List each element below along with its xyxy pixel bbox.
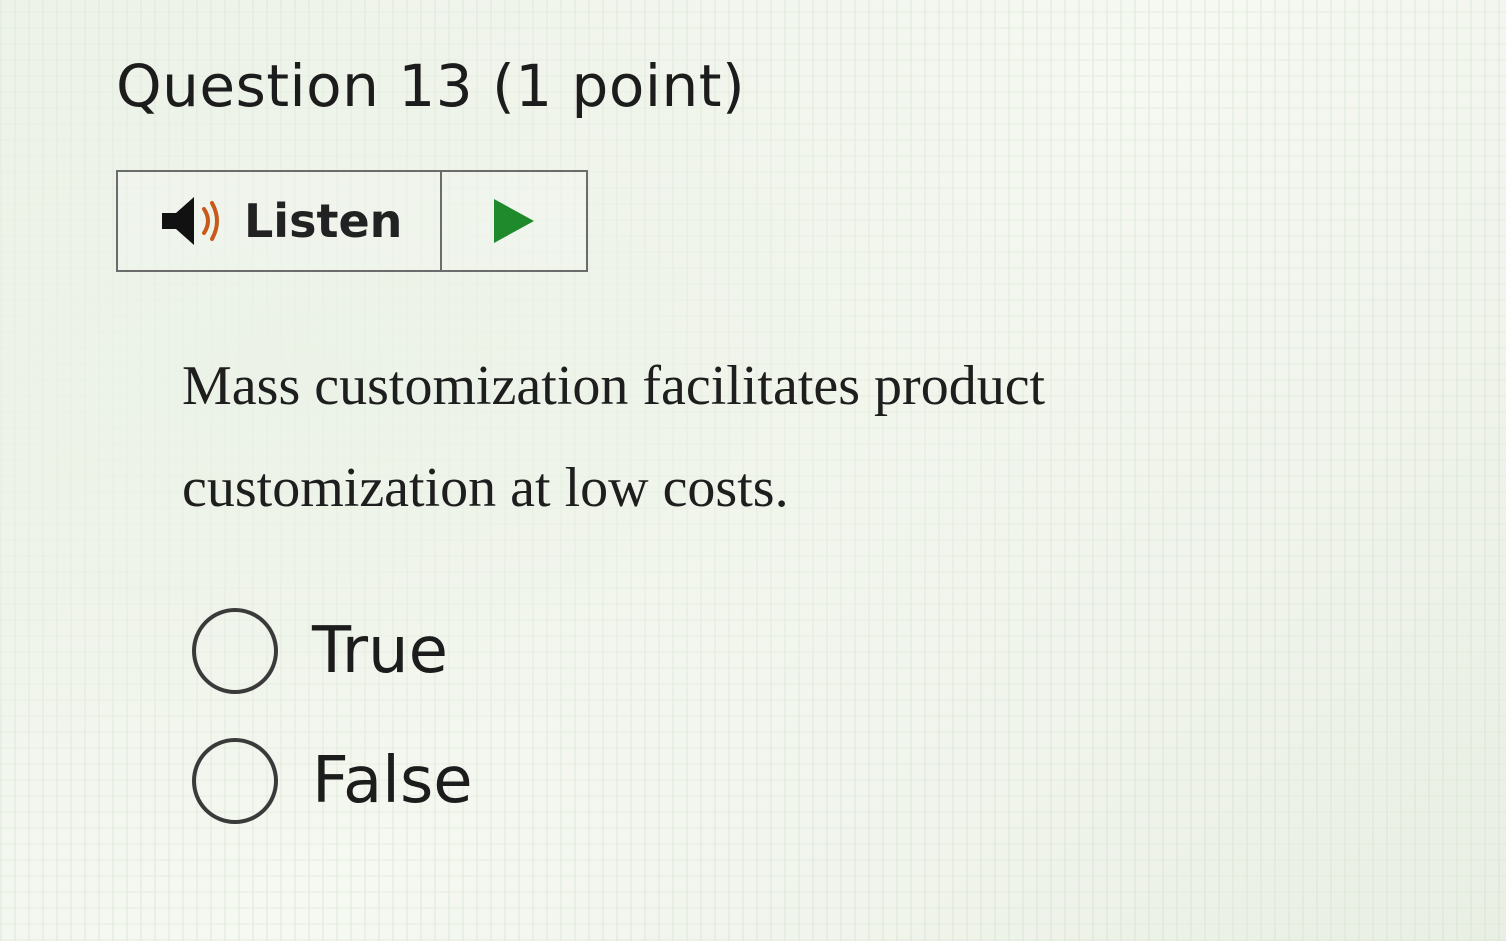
option-label: True	[312, 614, 448, 688]
option-label: False	[312, 744, 473, 818]
question-title: Question 13 (1 point)	[116, 52, 746, 120]
radio-button[interactable]	[192, 738, 278, 824]
listen-widget: Listen	[116, 170, 588, 272]
play-button[interactable]	[442, 172, 586, 270]
listen-label: Listen	[244, 194, 403, 248]
question-text: Mass customization facilitates product c…	[182, 355, 1046, 519]
play-icon	[490, 197, 538, 245]
radio-button[interactable]	[192, 608, 278, 694]
option-false[interactable]: False	[192, 735, 473, 827]
answer-options: True False	[192, 605, 473, 865]
speaker-icon	[158, 193, 224, 249]
listen-button[interactable]: Listen	[118, 172, 442, 270]
option-true[interactable]: True	[192, 605, 473, 697]
